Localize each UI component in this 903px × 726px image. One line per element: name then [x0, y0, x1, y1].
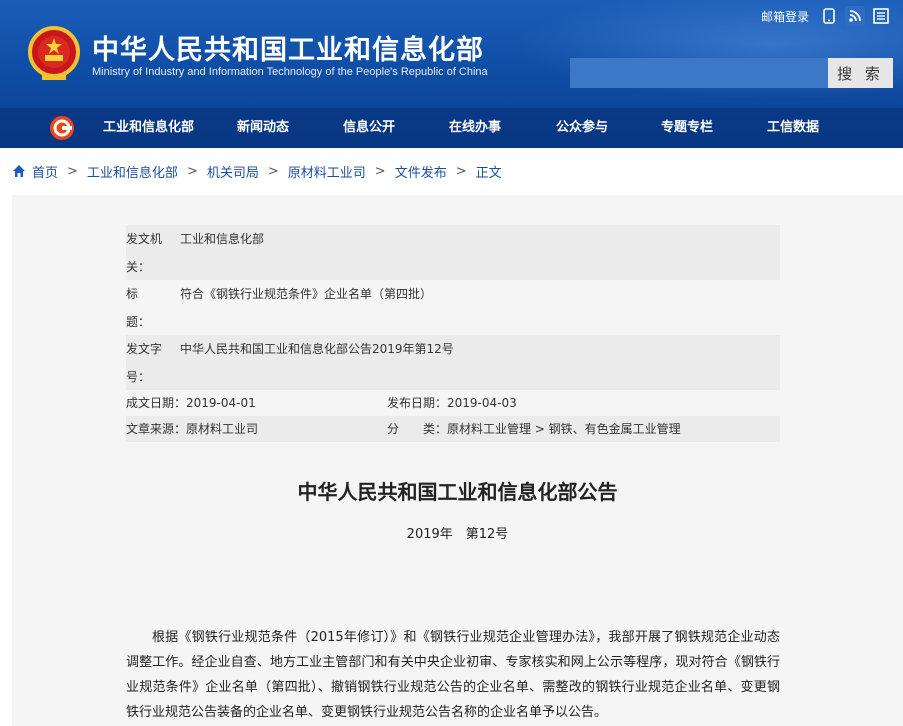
top-links: 邮箱登录: [761, 6, 891, 26]
document-body: 根据《钢铁行业规范条件（2015年修订）》和《钢铁行业规范企业管理办法》，我部开…: [126, 630, 780, 720]
site-header: 中华人民共和国工业和信息化部 Ministry of Industry and …: [0, 0, 903, 148]
document-title: 中华人民共和国工业和信息化部公告: [297, 480, 618, 504]
mail-login-link[interactable]: 邮箱登录: [761, 8, 809, 25]
news-icon[interactable]: [871, 6, 891, 26]
nav-item-public-participation[interactable]: 公众参与: [556, 108, 608, 148]
breadcrumb-departments[interactable]: 机关司局: [207, 162, 259, 181]
meta-category[interactable]: 原材料工业管理 > 钢铁、有色金属工业管理: [447, 416, 681, 442]
meta-label: 标 题：: [126, 287, 163, 329]
nav-item-data[interactable]: 工信数据: [767, 108, 819, 148]
breadcrumb-separator: >: [186, 163, 198, 179]
meta-row-dates: 成文日期：2019-04-01 发布日期：2019-04-03: [126, 390, 780, 416]
meta-label: 发文机关：: [126, 232, 163, 274]
mobile-icon[interactable]: [819, 6, 839, 26]
meta-row-title: 标 题： 符合《钢铁行业规范条件》企业名单（第四批）: [126, 280, 780, 335]
meta-title: 符合《钢铁行业规范条件》企业名单（第四批）: [180, 287, 433, 301]
article-content: 发文机关： 工业和信息化部 标 题： 符合《钢铁行业规范条件》企业名单（第四批）…: [12, 195, 903, 726]
meta-published-date: 发布日期：2019-04-03: [387, 396, 517, 410]
search-button[interactable]: 搜 索: [828, 58, 893, 88]
main-nav: 工业和信息化部 新闻动态 信息公开 在线办事 公众参与 专题专栏 工信数据: [0, 108, 903, 148]
home-icon: [13, 165, 25, 177]
nav-item-news[interactable]: 新闻动态: [237, 108, 289, 148]
nav-item-online-services[interactable]: 在线办事: [449, 108, 501, 148]
breadcrumb-documents[interactable]: 文件发布: [395, 162, 447, 181]
breadcrumb-separator: >: [67, 163, 78, 179]
meta-issuer: 工业和信息化部: [180, 232, 265, 246]
breadcrumb-raw-materials[interactable]: 原材料工业司: [288, 162, 366, 181]
meta-source: 文章来源：原材料工业司: [126, 422, 259, 436]
meta-row-source: 文章来源：原材料工业司 分 类： 原材料工业管理 > 钢铁、有色金属工业管理: [126, 416, 780, 442]
site-subtitle: Ministry of Industry and Information Tec…: [92, 66, 488, 78]
breadcrumb-separator: >: [374, 163, 386, 179]
meta-category-label: 分 类：: [387, 422, 448, 436]
meta-created-date: 成文日期：2019-04-01: [126, 396, 256, 410]
search-input[interactable]: [570, 58, 828, 88]
nav-item-special-topics[interactable]: 专题专栏: [661, 108, 713, 148]
document-meta: 发文机关： 工业和信息化部 标 题： 符合《钢铁行业规范条件》企业名单（第四批）…: [126, 225, 780, 442]
breadcrumb-separator: >: [267, 163, 279, 179]
breadcrumb-home[interactable]: 首页: [32, 162, 58, 181]
meta-label: 发文字号：: [126, 342, 163, 384]
meta-docno: 中华人民共和国工业和信息化部公告2019年第12号: [180, 342, 454, 356]
site-title: 中华人民共和国工业和信息化部: [92, 35, 484, 66]
nav-item-disclosure[interactable]: 信息公开: [343, 108, 395, 148]
meta-row-docno: 发文字号： 中华人民共和国工业和信息化部公告2019年第12号: [126, 335, 780, 390]
document-number: 2019年 第12号: [406, 527, 509, 542]
search-box: 搜 索: [570, 58, 893, 88]
breadcrumb-miit[interactable]: 工业和信息化部: [87, 162, 178, 181]
breadcrumb: 首页 > 工业和信息化部 > 机关司局 > 原材料工业司 > 文件发布 > 正文: [12, 161, 502, 181]
rss-icon[interactable]: [845, 6, 865, 26]
breadcrumb-separator: >: [455, 163, 467, 179]
nav-item-miit[interactable]: 工业和信息化部: [103, 108, 194, 148]
miit-logo-icon[interactable]: [48, 114, 76, 142]
national-emblem-icon: [28, 26, 80, 80]
breadcrumb-current: 正文: [475, 165, 502, 181]
meta-row-issuer: 发文机关： 工业和信息化部: [126, 225, 780, 280]
